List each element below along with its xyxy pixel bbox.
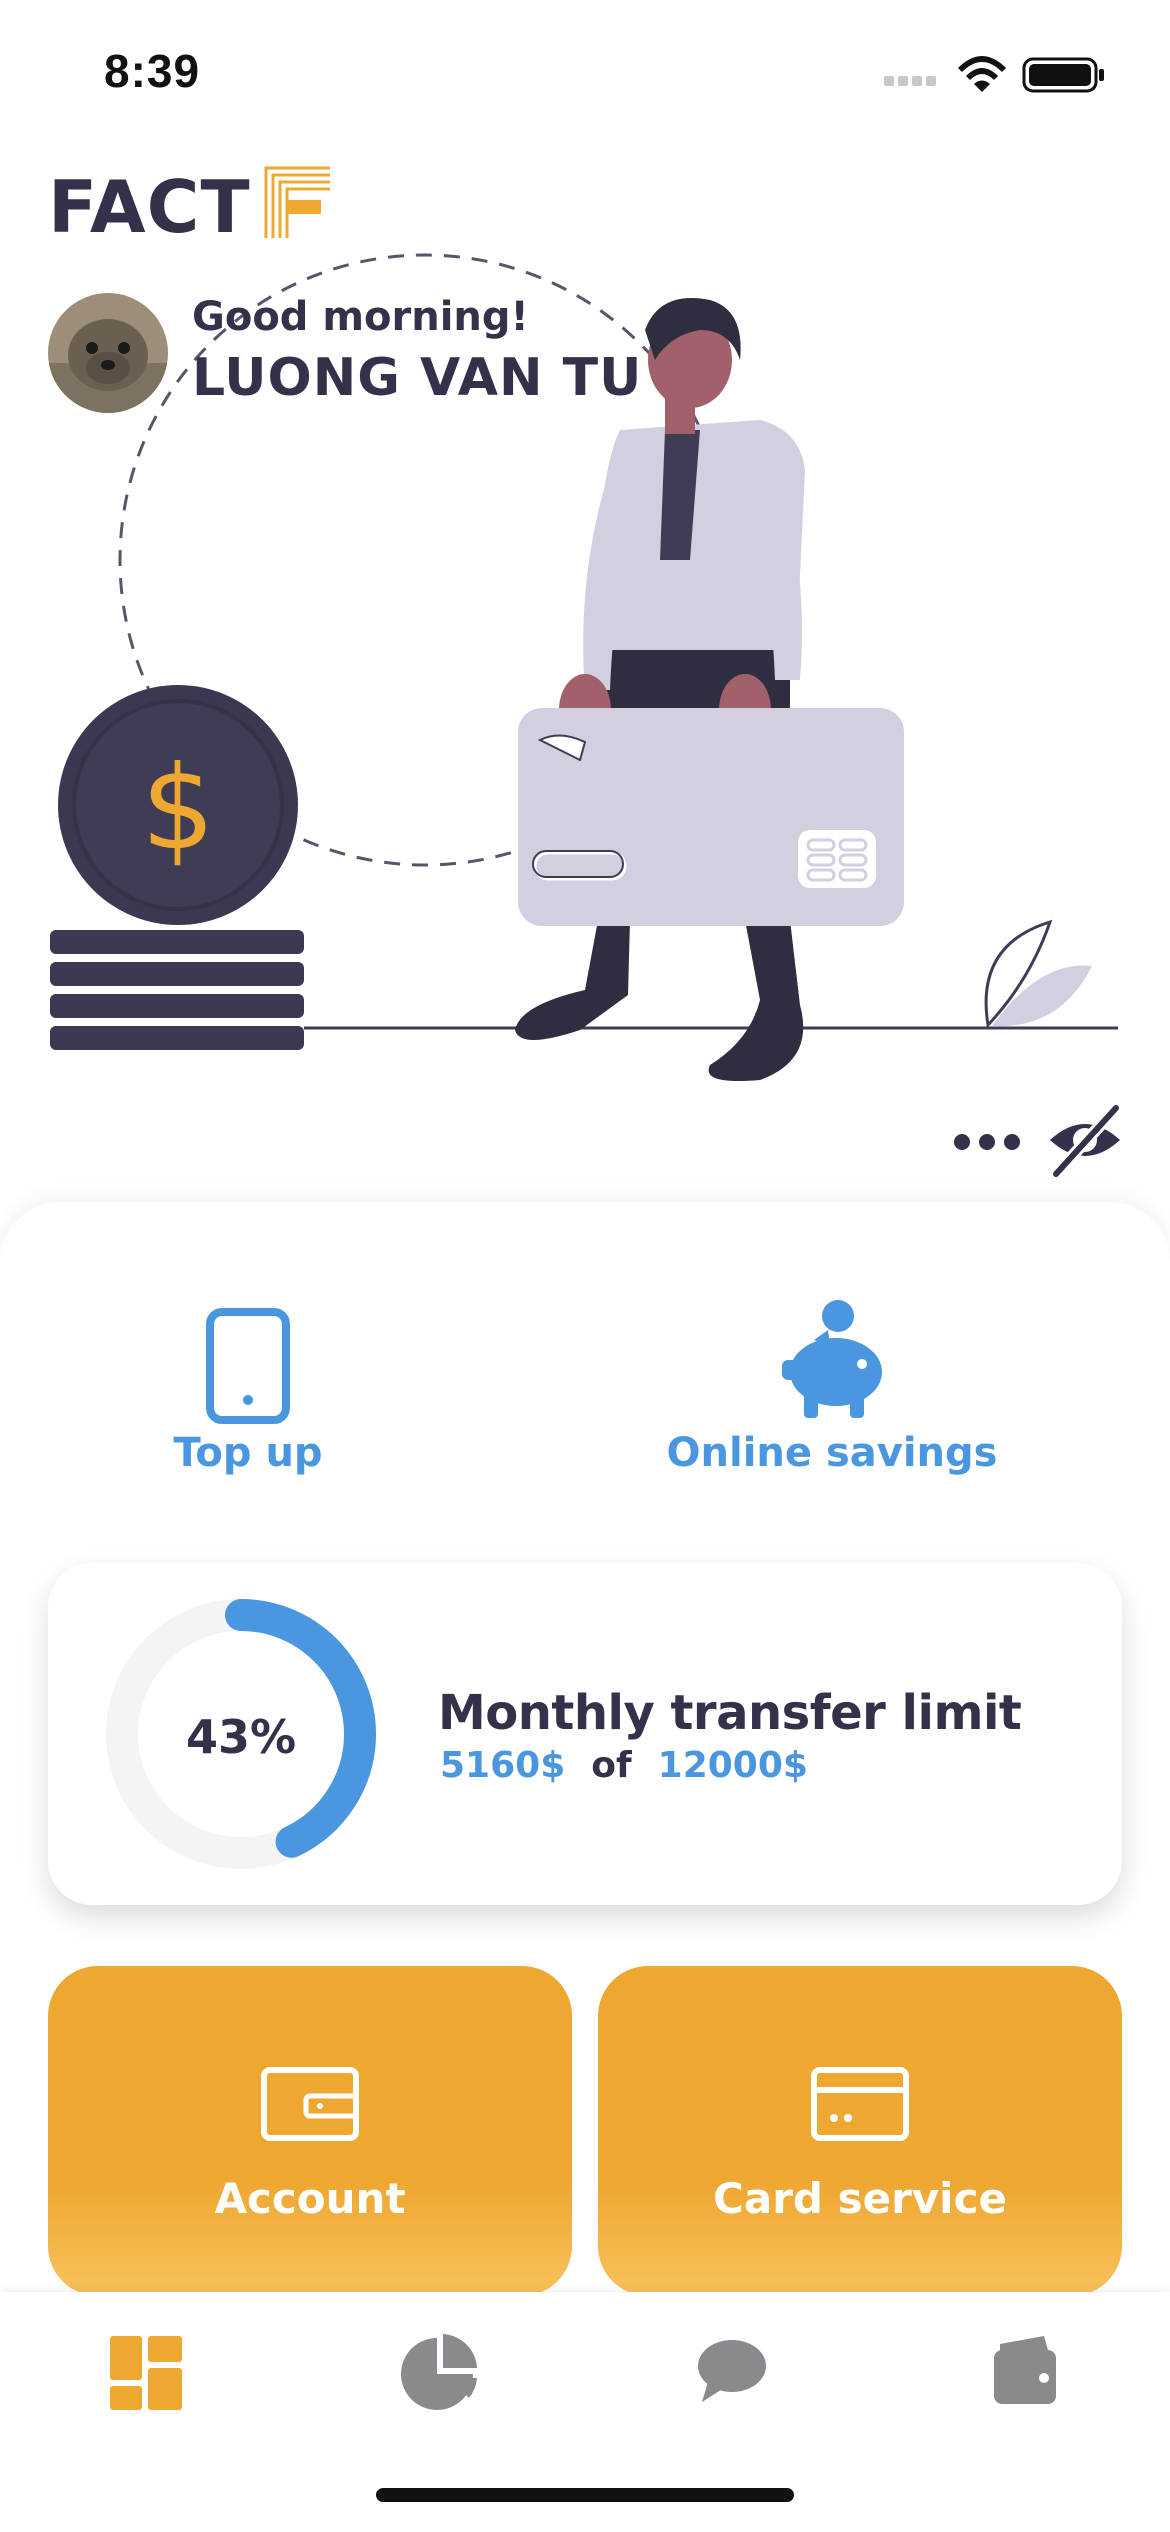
online-savings-label: Online savings — [666, 1430, 998, 1476]
chat-bubble-icon — [698, 2340, 766, 2402]
credit-card-illustration — [518, 708, 904, 926]
phone-icon — [206, 1308, 290, 1424]
coin-dollar-symbol: $ — [141, 741, 215, 876]
avatar-image — [48, 293, 168, 413]
cellular-signal-icon — [884, 76, 936, 86]
account-tile[interactable]: Account — [48, 1966, 572, 2296]
transfer-limit-card[interactable]: 43% Monthly transfer limit 5160$ of 12000$ — [48, 1563, 1122, 1905]
coin-stack: $ — [50, 685, 304, 1050]
online-savings-button[interactable]: Online savings — [622, 1300, 1042, 1490]
battery-icon — [1022, 57, 1104, 93]
wallet-icon — [261, 2067, 359, 2141]
tab-chat[interactable] — [680, 2322, 780, 2422]
card-service-label: Card service — [713, 2174, 1007, 2223]
status-icons — [884, 56, 1104, 93]
avatar[interactable] — [48, 293, 168, 413]
person-figure — [515, 298, 805, 1081]
home-indicator — [376, 2488, 794, 2502]
brand-logo-text: FACT — [48, 165, 251, 249]
dashboard-icon — [110, 2336, 182, 2410]
card-service-tile[interactable]: Card service — [598, 1966, 1122, 2296]
wifi-icon — [958, 56, 1006, 92]
transfer-limit-values: 5160$ of 12000$ — [440, 1745, 808, 1786]
top-up-label: Top up — [173, 1430, 323, 1476]
tab-wallet[interactable] — [974, 2322, 1074, 2422]
ellipsis-icon[interactable] — [948, 1120, 1026, 1164]
greeting-text: Good morning! — [192, 294, 529, 340]
transfer-limit-used: 5160$ — [440, 1745, 566, 1786]
brand-logo-icon — [264, 166, 330, 238]
plant-leaf — [984, 919, 1092, 1029]
tab-statistics[interactable] — [389, 2322, 489, 2422]
wallet-icon — [994, 2336, 1056, 2404]
user-name: LUONG VAN TU — [192, 348, 643, 408]
tab-dashboard[interactable] — [96, 2322, 196, 2422]
transfer-limit-title: Monthly transfer limit — [438, 1685, 1022, 1741]
transfer-limit-of: of — [591, 1745, 632, 1786]
piggy-bank-icon — [782, 1300, 882, 1418]
eye-slash-icon[interactable] — [1044, 1100, 1126, 1180]
account-label: Account — [214, 2174, 406, 2223]
transfer-limit-percent: 43% — [185, 1710, 297, 1764]
top-up-button[interactable]: Top up — [38, 1300, 458, 1490]
pie-chart-icon — [401, 2334, 477, 2410]
transfer-limit-total: 12000$ — [657, 1745, 808, 1786]
credit-card-icon — [811, 2067, 909, 2141]
status-time: 8:39 — [104, 45, 201, 97]
